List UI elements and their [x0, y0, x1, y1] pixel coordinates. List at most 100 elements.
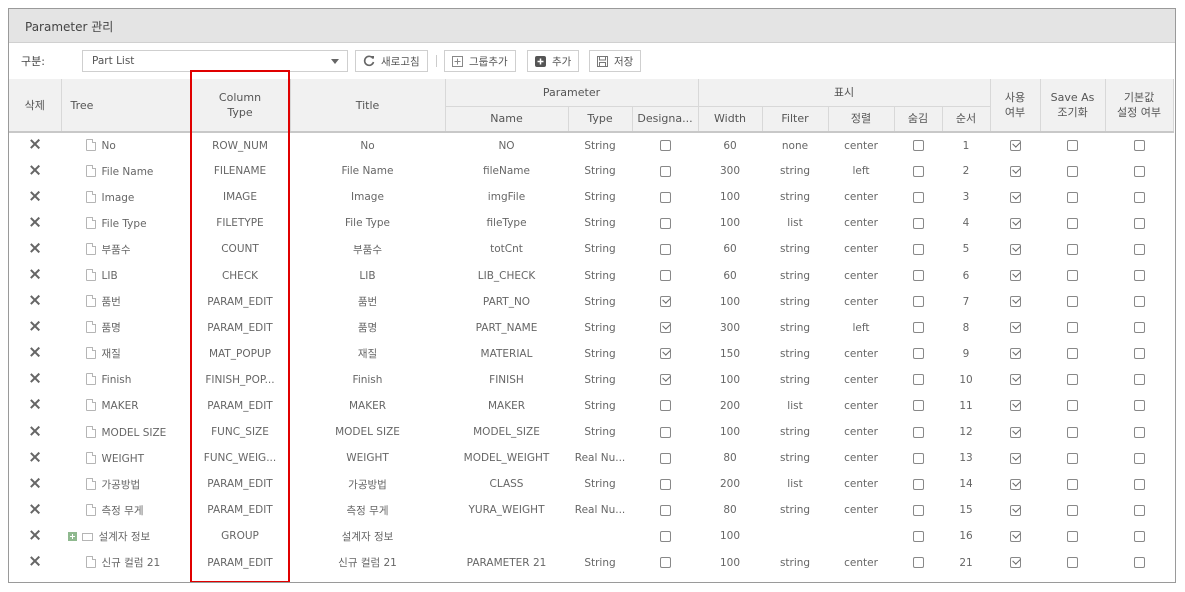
saveas-checkbox[interactable] — [1067, 426, 1079, 438]
saveas-checkbox[interactable] — [1067, 530, 1079, 542]
designated-checkbox[interactable] — [659, 530, 671, 542]
designated-checkbox[interactable] — [659, 400, 671, 412]
default-checkbox[interactable] — [1133, 504, 1145, 516]
delete-x-icon[interactable] — [30, 426, 40, 436]
table-row[interactable]: LIB CHECK LIB LIB_CHECK String 60 string center… — [9, 262, 1173, 288]
use-checkbox[interactable] — [1009, 452, 1021, 464]
delete-x-icon[interactable] — [30, 373, 40, 383]
use-checkbox[interactable] — [1009, 504, 1021, 516]
use-checkbox[interactable] — [1009, 322, 1021, 334]
add-group-button[interactable]: 그룹추가 — [444, 50, 516, 72]
delete-x-icon[interactable] — [30, 321, 40, 331]
saveas-checkbox[interactable] — [1067, 504, 1079, 516]
delete-x-icon[interactable] — [30, 165, 40, 175]
use-checkbox[interactable] — [1009, 140, 1021, 152]
table-row[interactable]: 부품수 COUNT 부품수 totCnt String 60 string center 5 — [9, 236, 1173, 262]
tree-cell[interactable]: File Name — [61, 158, 190, 184]
tree-cell[interactable]: Finish — [61, 367, 190, 393]
hide-checkbox[interactable] — [912, 140, 924, 152]
delete-x-icon[interactable] — [30, 191, 40, 201]
tree-cell[interactable]: LIB — [61, 262, 190, 288]
delete-x-icon[interactable] — [30, 504, 40, 514]
tree-cell[interactable]: 부품수 — [61, 236, 190, 262]
tree-cell[interactable]: 측정 무게 — [61, 497, 190, 523]
default-checkbox[interactable] — [1133, 452, 1145, 464]
default-checkbox[interactable] — [1133, 426, 1145, 438]
hide-checkbox[interactable] — [912, 270, 924, 282]
default-checkbox[interactable] — [1133, 557, 1145, 569]
saveas-checkbox[interactable] — [1067, 400, 1079, 412]
designated-checkbox[interactable] — [659, 426, 671, 438]
tree-cell[interactable]: 가공방법 — [61, 471, 190, 497]
default-checkbox[interactable] — [1133, 530, 1145, 542]
table-row[interactable]: Image IMAGE Image imgFile String 100 string cen… — [9, 184, 1173, 210]
delete-x-icon[interactable] — [30, 269, 40, 279]
saveas-checkbox[interactable] — [1067, 452, 1079, 464]
table-row[interactable]: WEIGHT FUNC_WEIG... WEIGHT MODEL_WEIGHT Real… — [9, 445, 1173, 471]
expand-plus-icon[interactable] — [67, 531, 77, 541]
table-row[interactable]: 설계자 정보 GROUP 설계자 정보 100 16 — [9, 523, 1173, 549]
saveas-checkbox[interactable] — [1067, 348, 1079, 360]
designated-checkbox[interactable] — [659, 557, 671, 569]
hide-checkbox[interactable] — [912, 504, 924, 516]
use-checkbox[interactable] — [1009, 557, 1021, 569]
use-checkbox[interactable] — [1009, 478, 1021, 490]
hide-checkbox[interactable] — [912, 191, 924, 203]
tree-cell[interactable]: 재질 — [61, 341, 190, 367]
designated-checkbox[interactable] — [659, 217, 671, 229]
default-checkbox[interactable] — [1133, 322, 1145, 334]
default-checkbox[interactable] — [1133, 296, 1145, 308]
designated-checkbox[interactable] — [659, 452, 671, 464]
hide-checkbox[interactable] — [912, 374, 924, 386]
saveas-checkbox[interactable] — [1067, 140, 1079, 152]
table-row[interactable]: 품번 PARAM_EDIT 품번 PART_NO String 100 string cent… — [9, 289, 1173, 315]
delete-x-icon[interactable] — [30, 295, 40, 305]
designated-checkbox[interactable] — [659, 243, 671, 255]
designated-checkbox[interactable] — [659, 478, 671, 490]
default-checkbox[interactable] — [1133, 348, 1145, 360]
delete-x-icon[interactable] — [30, 478, 40, 488]
designated-checkbox[interactable] — [659, 348, 671, 360]
default-checkbox[interactable] — [1133, 400, 1145, 412]
hide-checkbox[interactable] — [912, 296, 924, 308]
designated-checkbox[interactable] — [659, 504, 671, 516]
hide-checkbox[interactable] — [912, 348, 924, 360]
category-select[interactable]: Part List — [82, 50, 348, 72]
saveas-checkbox[interactable] — [1067, 243, 1079, 255]
designated-checkbox[interactable] — [659, 374, 671, 386]
table-row[interactable]: MAKER PARAM_EDIT MAKER MAKER String 200 list ce… — [9, 393, 1173, 419]
tree-cell[interactable]: 설계자 정보 — [61, 523, 190, 549]
table-row[interactable]: Finish FINISH_POP... Finish FINISH String 100… — [9, 367, 1173, 393]
use-checkbox[interactable] — [1009, 191, 1021, 203]
default-checkbox[interactable] — [1133, 243, 1145, 255]
use-checkbox[interactable] — [1009, 400, 1021, 412]
hide-checkbox[interactable] — [912, 165, 924, 177]
use-checkbox[interactable] — [1009, 217, 1021, 229]
designated-checkbox[interactable] — [659, 322, 671, 334]
use-checkbox[interactable] — [1009, 426, 1021, 438]
saveas-checkbox[interactable] — [1067, 165, 1079, 177]
hide-checkbox[interactable] — [912, 478, 924, 490]
default-checkbox[interactable] — [1133, 374, 1145, 386]
tree-cell[interactable]: MAKER — [61, 393, 190, 419]
table-row[interactable]: 가공방법 PARAM_EDIT 가공방법 CLASS String 200 list cent… — [9, 471, 1173, 497]
default-checkbox[interactable] — [1133, 140, 1145, 152]
tree-cell[interactable]: 신규 컬럼 21 — [61, 550, 190, 576]
table-row[interactable]: 측정 무게 PARAM_EDIT 측정 무게 YURA_WEIGHT Real Nu..… — [9, 497, 1173, 523]
table-row[interactable]: 신규 컬럼 21 PARAM_EDIT 신규 컬럼 21 PARAMETER 21 St… — [9, 550, 1173, 576]
use-checkbox[interactable] — [1009, 374, 1021, 386]
table-row[interactable]: MODEL SIZE FUNC_SIZE MODEL SIZE MODEL_SIZE S… — [9, 419, 1173, 445]
tree-cell[interactable]: Image — [61, 184, 190, 210]
delete-x-icon[interactable] — [30, 452, 40, 462]
save-button[interactable]: 저장 — [589, 50, 642, 72]
delete-x-icon[interactable] — [30, 217, 40, 227]
use-checkbox[interactable] — [1009, 243, 1021, 255]
table-row[interactable]: 품명 PARAM_EDIT 품명 PART_NAME String 300 string le… — [9, 315, 1173, 341]
designated-checkbox[interactable] — [659, 270, 671, 282]
tree-cell[interactable]: 품명 — [61, 315, 190, 341]
add-button[interactable]: 추가 — [527, 50, 580, 72]
designated-checkbox[interactable] — [659, 191, 671, 203]
use-checkbox[interactable] — [1009, 270, 1021, 282]
designated-checkbox[interactable] — [659, 296, 671, 308]
hide-checkbox[interactable] — [912, 322, 924, 334]
